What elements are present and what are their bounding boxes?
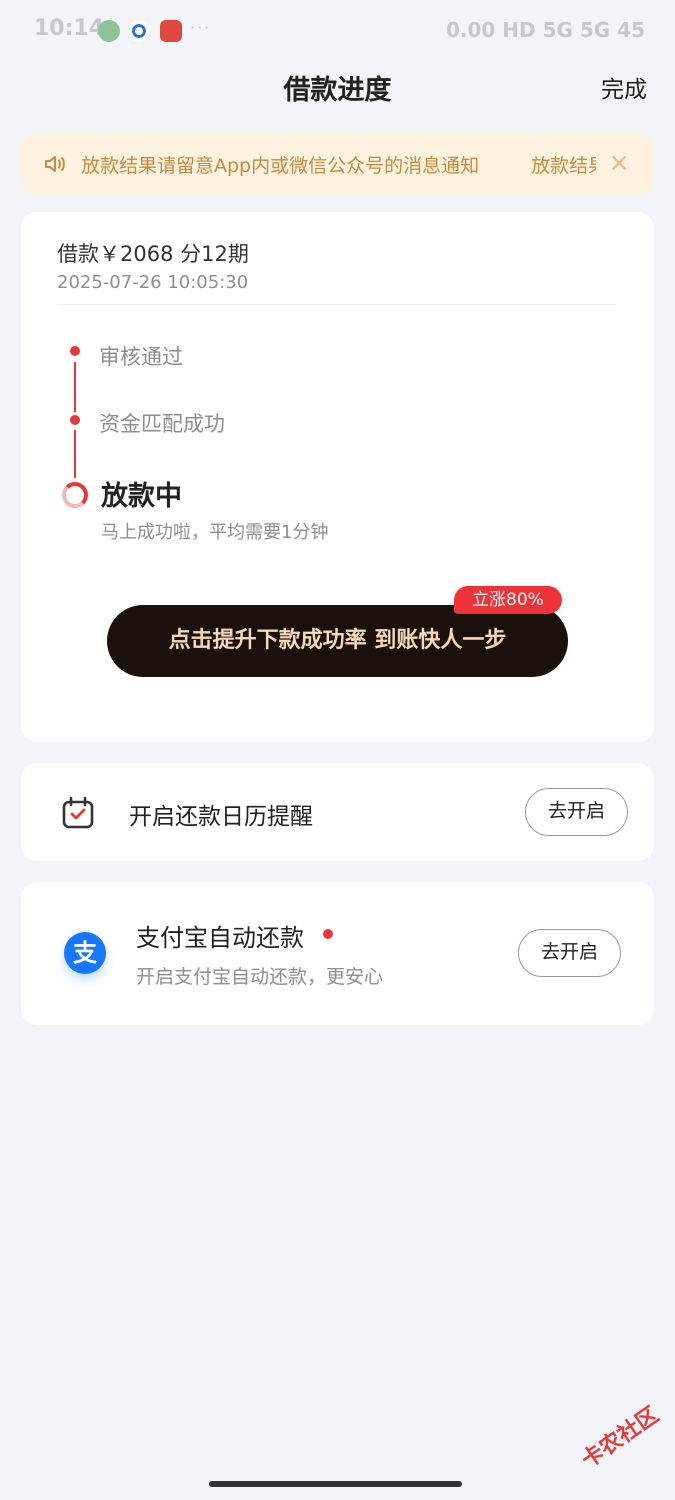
- speaker-icon: [45, 156, 65, 172]
- alipay-icon: 支: [64, 932, 106, 974]
- notice-text: 放款结果请留意App内或微信公众号的消息通知 放款结果请留意App内或微信公众号的…: [81, 151, 596, 178]
- timeline-line-1: [74, 362, 76, 412]
- status-indicators: 0.00 HD 5G 5G 45: [445, 18, 645, 42]
- step-label-review-passed: 审核通过: [99, 345, 183, 369]
- done-button[interactable]: 完成: [601, 70, 647, 104]
- enable-alipay-button[interactable]: 去开启: [518, 929, 622, 977]
- header: 借款进度 完成: [0, 62, 675, 122]
- notice-banner: 放款结果请留意App内或微信公众号的消息通知 放款结果请留意App内或微信公众号的…: [21, 133, 654, 195]
- timeline-line-2: [74, 430, 76, 478]
- step-label-fund-matched: 资金匹配成功: [99, 412, 225, 436]
- calendar-reminder-label: 开启还款日历提醒: [129, 804, 313, 830]
- boost-success-rate-button[interactable]: 点击提升下款成功率 到账快人一步: [107, 605, 568, 677]
- red-app-icon: [160, 20, 182, 42]
- enable-calendar-button[interactable]: 去开启: [525, 788, 629, 836]
- watermark: 卡农社区: [577, 1402, 664, 1474]
- status-bar: 10:14 ··· 0.00 HD 5G 5G 45: [0, 0, 675, 62]
- timeline-dot-step-1: [70, 346, 80, 356]
- loading-ring-icon: [62, 482, 88, 508]
- step-sub-disbursing: 马上成功啦，平均需要1分钟: [101, 522, 329, 543]
- home-indicator[interactable]: [209, 1481, 462, 1487]
- alipay-title: 支付宝自动还款: [136, 924, 304, 952]
- loan-progress-card: 借款￥2068 分12期 2025-07-26 10:05:30 审核通过 资金…: [21, 212, 654, 742]
- bank-app-icon: [128, 20, 150, 42]
- calendar-reminder-card: 开启还款日历提醒 去开启: [21, 763, 654, 861]
- message-app-icon: [98, 20, 120, 42]
- red-dot-badge: [323, 929, 333, 939]
- boost-badge: 立涨80%: [454, 586, 562, 614]
- calendar-check-icon: [62, 796, 94, 829]
- step-label-disbursing: 放款中: [101, 481, 182, 512]
- divider: [57, 304, 616, 305]
- page-title: 借款进度: [283, 75, 392, 106]
- status-time: 10:14: [34, 16, 105, 41]
- timeline-dot-step-2: [70, 415, 80, 425]
- loan-amount: 借款￥2068 分12期: [57, 242, 249, 266]
- notice-message: 放款结果请留意App内或微信公众号的消息通知: [81, 155, 480, 177]
- notice-message-repeat: 放款结果请留意App内或微信公众号的消息通知: [531, 155, 596, 177]
- loan-datetime: 2025-07-26 10:05:30: [57, 272, 249, 293]
- alipay-autorepay-card: 支 支付宝自动还款 开启支付宝自动还款，更安心 去开启: [21, 882, 654, 1025]
- more-notifications-icon: ···: [190, 18, 212, 37]
- alipay-subtitle: 开启支付宝自动还款，更安心: [136, 966, 384, 988]
- close-icon[interactable]: ×: [608, 148, 630, 178]
